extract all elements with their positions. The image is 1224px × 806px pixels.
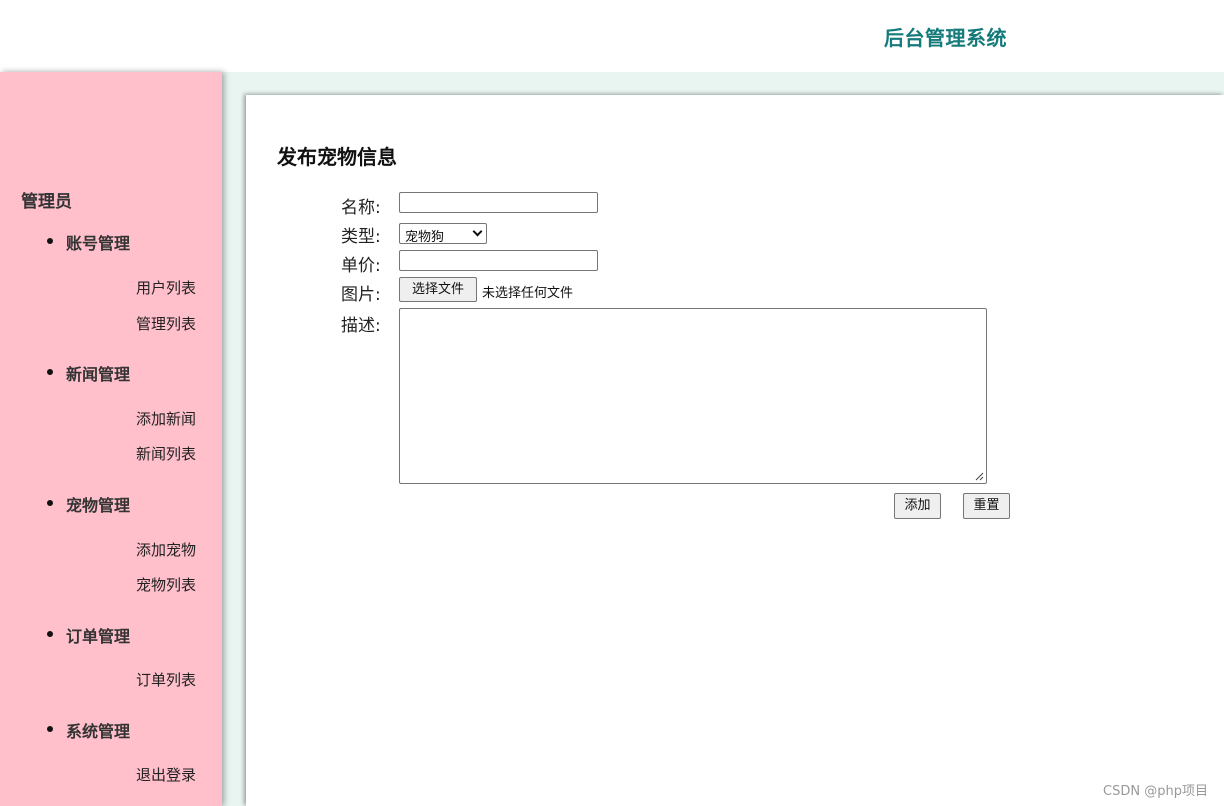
price-input[interactable] [399,250,598,271]
bullet-icon [47,500,53,506]
sidebar-group-label: 宠物管理 [66,496,131,515]
type-select-value: 宠物狗 [405,230,445,245]
add-button[interactable]: 添加 [894,493,941,519]
sidebar-group-label: 订单管理 [66,627,131,646]
choose-file-button[interactable]: 选择文件 [399,277,477,302]
page-title: 发布宠物信息 [277,145,397,169]
name-label: 名称: [341,198,381,218]
resize-handle-icon[interactable] [975,472,984,481]
sidebar-item-order-list[interactable]: 订单列表 [136,669,196,690]
sidebar-heading: 管理员 [21,192,72,212]
description-textarea[interactable] [399,308,987,484]
sidebar-group-orders[interactable]: 订单管理 [47,623,131,647]
description-label: 描述: [341,316,381,336]
sidebar-item-logout[interactable]: 退出登录 [136,764,196,785]
sidebar-group-label: 系统管理 [66,722,131,741]
sidebar-item-pet-list[interactable]: 宠物列表 [136,574,196,595]
reset-button[interactable]: 重置 [963,493,1010,519]
image-label: 图片: [341,285,381,305]
sidebar-item-add-pet[interactable]: 添加宠物 [136,539,196,560]
sidebar-item-admin-list[interactable]: 管理列表 [136,313,196,334]
name-input[interactable] [399,192,598,213]
sidebar-item-news-list[interactable]: 新闻列表 [136,443,196,464]
sidebar-item-add-news[interactable]: 添加新闻 [136,408,196,429]
sidebar-group-label: 新闻管理 [66,365,131,384]
sidebar-item-user-list[interactable]: 用户列表 [136,277,196,298]
top-header: 后台管理系统 [0,0,1224,72]
type-select[interactable]: 宠物狗 [399,223,487,245]
sidebar-group-pets[interactable]: 宠物管理 [47,492,131,516]
chevron-down-icon [472,226,483,237]
sidebar-group-label: 账号管理 [66,234,131,253]
main-panel: 发布宠物信息 名称: 类型: 宠物狗 单价: 图片: 选择文件 未选择任何文件 … [246,95,1224,806]
sidebar-group-system[interactable]: 系统管理 [47,718,131,742]
bullet-icon [47,238,53,244]
file-status-text: 未选择任何文件 [482,286,574,301]
watermark-text: CSDN @php项目 [1103,784,1208,799]
sidebar-group-news[interactable]: 新闻管理 [47,361,131,385]
bullet-icon [47,631,53,637]
app-title: 后台管理系统 [884,26,1007,50]
price-label: 单价: [341,256,381,276]
bullet-icon [47,369,53,375]
bullet-icon [47,726,53,732]
type-label: 类型: [341,227,381,247]
sidebar: 管理员 账号管理 用户列表 管理列表 新闻管理 添加新闻 新闻列表 宠物管理 添… [0,72,222,806]
sidebar-group-account[interactable]: 账号管理 [47,230,131,254]
